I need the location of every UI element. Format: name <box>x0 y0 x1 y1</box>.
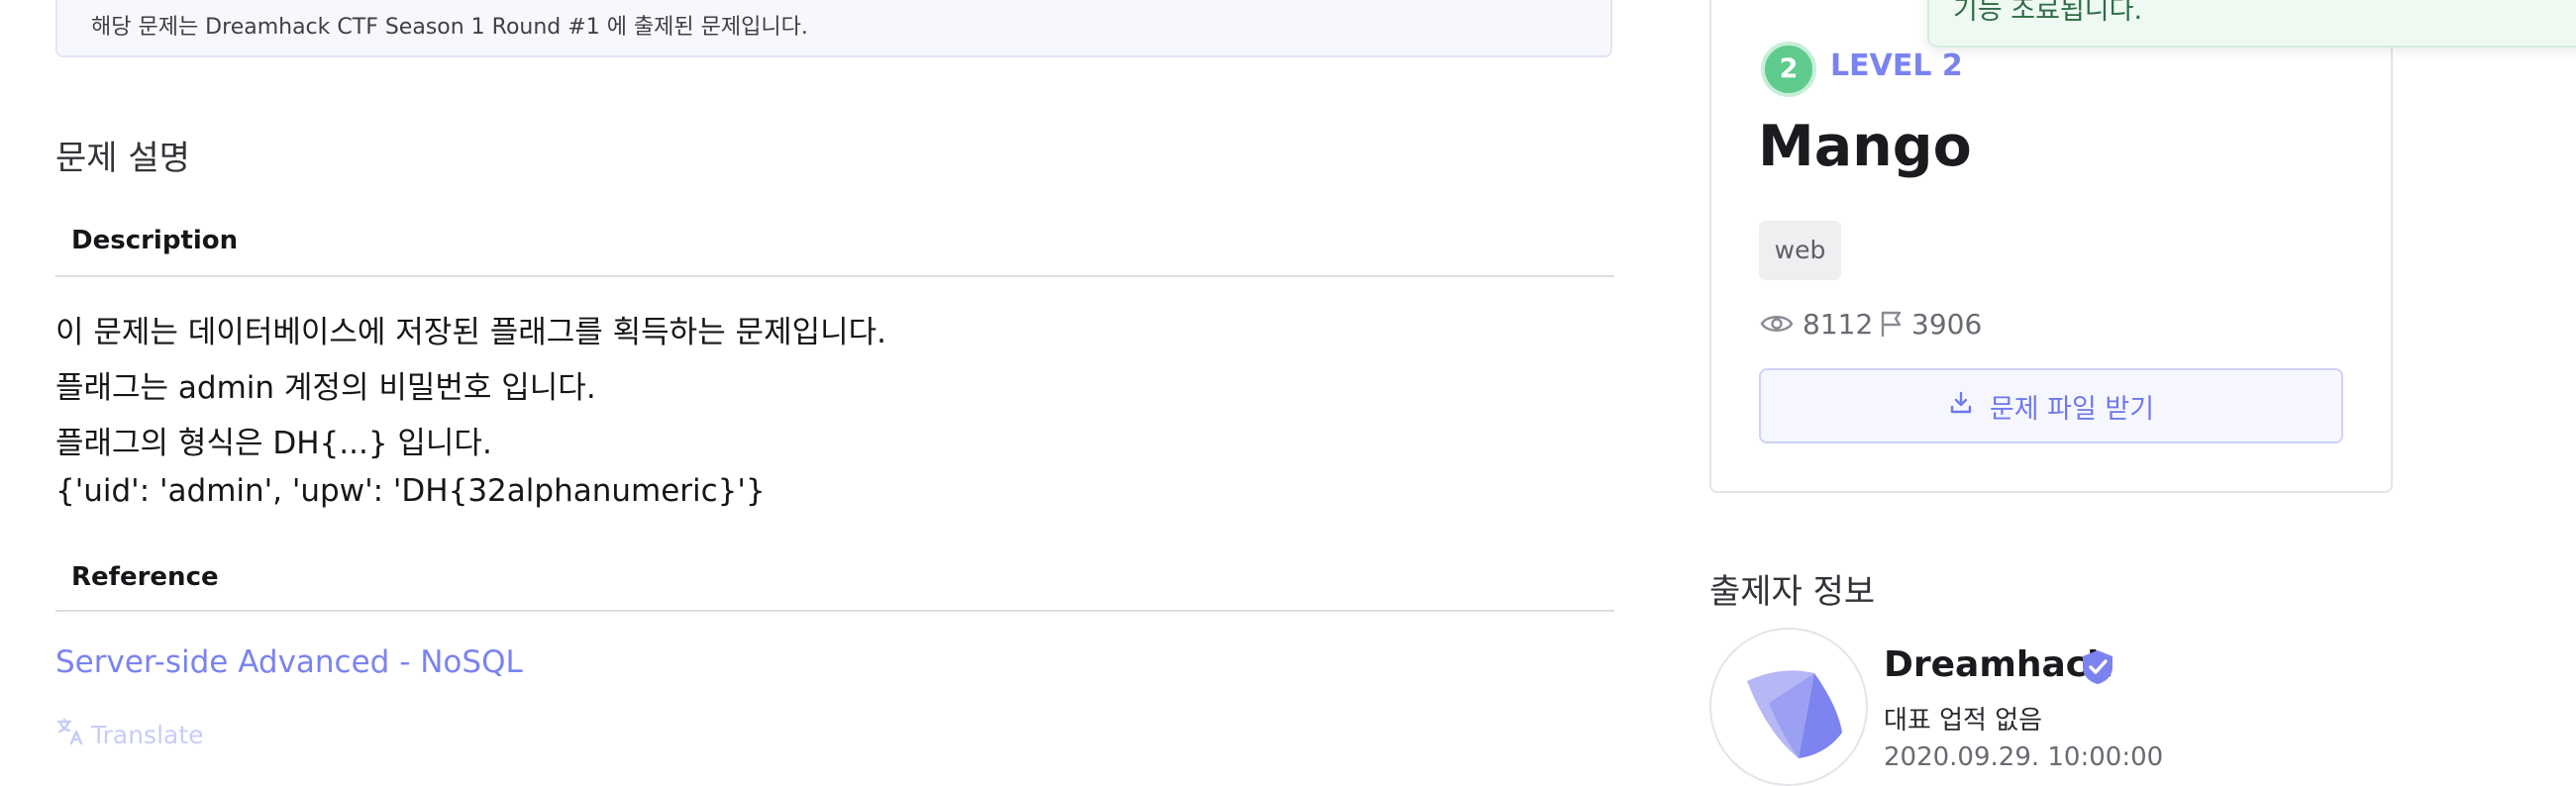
divider <box>55 610 1614 612</box>
translate-label: Translate <box>91 720 204 749</box>
description-line: 플래그의 형식은 DH{...} 입니다. <box>55 426 492 461</box>
reference-heading: Reference <box>71 562 219 592</box>
author-date: 2020.09.29. 10:00:00 <box>1884 742 2164 772</box>
flag-icon <box>1878 309 1906 343</box>
level-label: LEVEL 2 <box>1830 49 1963 83</box>
challenge-title: Mango <box>1758 114 1972 179</box>
verified-badge-icon <box>2080 648 2115 690</box>
author-heading: 출제자 정보 <box>1709 572 1876 612</box>
author-name[interactable]: Dreamhack <box>1884 644 2111 685</box>
tag-web[interactable]: web <box>1759 221 1841 280</box>
description-heading: Description <box>71 226 239 255</box>
translate-icon <box>55 717 85 752</box>
description-line: 이 문제는 데이터베이스에 저장된 플래그를 획득하는 문제입니다. <box>55 315 887 350</box>
download-icon <box>1948 390 1974 423</box>
reference-link[interactable]: Server-side Advanced - NoSQL <box>55 644 523 680</box>
avatar[interactable] <box>1709 628 1868 786</box>
views-count: 8112 <box>1803 308 1874 341</box>
description-line: {'uid': 'admin', 'upw': 'DH{32alphanumer… <box>55 473 766 509</box>
solves-count: 3906 <box>1911 308 1983 341</box>
notice-text: 해당 문제는 Dreamhack CTF Season 1 Round #1 에… <box>91 15 808 40</box>
divider <box>55 275 1614 277</box>
level-badge: 2 <box>1761 42 1816 97</box>
author-achievement: 대표 업적 없음 <box>1884 706 2043 736</box>
dreamhack-logo-icon <box>1747 670 1842 758</box>
toast-text: 기능 조료됩니다. <box>1953 0 2143 26</box>
section-title: 문제 설명 <box>55 139 190 178</box>
download-button[interactable]: 문제 파일 받기 <box>1759 368 2343 443</box>
translate-button[interactable]: Translate <box>55 717 204 752</box>
download-label: 문제 파일 받기 <box>1989 393 2155 425</box>
eye-icon <box>1760 309 1794 343</box>
description-line: 플래그는 admin 계정의 비밀번호 입니다. <box>55 370 596 406</box>
